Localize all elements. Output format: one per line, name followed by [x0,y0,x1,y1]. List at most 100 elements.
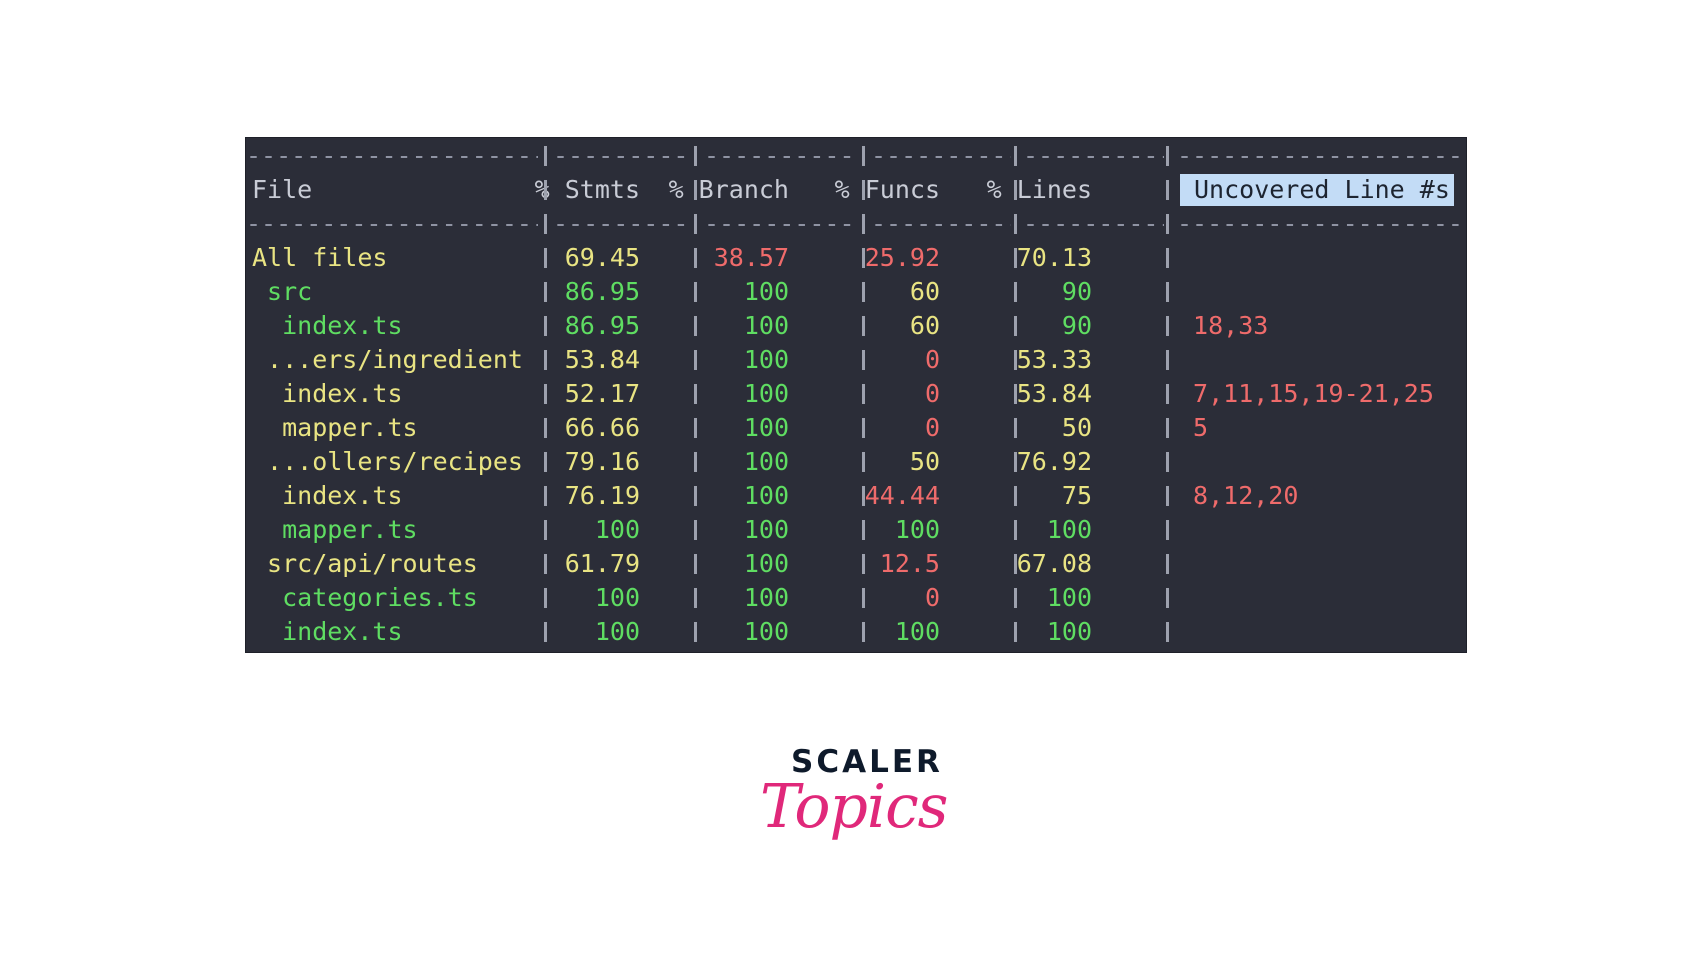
file-name: index.ts [252,617,403,646]
column-divider [862,350,865,370]
file-name: All files [252,243,388,272]
stmts-value: 61.79 [564,549,640,578]
column-divider [544,486,547,506]
branch-value: 100 [743,277,789,306]
lines-value: 100 [1046,515,1092,544]
column-divider [544,282,547,302]
column-divider [694,282,697,302]
funcs-value: 60 [909,277,940,306]
separator-dashes: ------------ [704,141,856,170]
column-divider [862,622,865,642]
column-divider [1014,452,1017,472]
branch-value: 38.57 [713,243,789,272]
separator-dashes: --------------------- [246,141,538,170]
branch-value: 100 [743,447,789,476]
lines-value: 75 [1061,481,1092,510]
column-divider [544,180,547,200]
column-divider [694,248,697,268]
column-divider [1014,520,1017,540]
file-name: ...ers/ingredient [252,345,523,374]
separator-row: --------------------- --------- ----------… [246,207,1466,241]
stmts-value: 86.95 [564,277,640,306]
file-name: src/api/routes [252,549,478,578]
funcs-value: 44.44 [864,481,940,510]
stmts-value: 53.84 [564,345,640,374]
column-divider [544,384,547,404]
header-row: File % Stmts % Branch % Funcs % Lines Uncover… [246,173,1466,207]
table-row: ...ollers/recipes 79.16 100 50 76.92 [246,445,1466,479]
column-divider [1014,554,1017,574]
column-divider [1166,282,1169,302]
table-row: index.ts 86.95 100 60 90 18,33 [246,309,1466,343]
column-divider [694,520,697,540]
column-divider [694,418,697,438]
uncovered-lines: 5 [1178,413,1209,442]
funcs-value: 0 [924,583,940,612]
column-divider [694,350,697,370]
column-divider [862,180,865,200]
column-divider [862,214,865,234]
uncovered-lines: 7,11,15,19-21,25 [1178,379,1434,408]
funcs-value: 60 [909,311,940,340]
lines-value: 100 [1046,583,1092,612]
uncovered-lines: 18,33 [1178,311,1269,340]
column-divider [1014,316,1017,336]
stmts-value: 100 [594,617,640,646]
column-divider [544,554,547,574]
column-divider [1166,520,1169,540]
logo-topics-text: Topics [760,772,948,842]
column-divider [1014,622,1017,642]
branch-value: 100 [743,311,789,340]
lines-value: 90 [1061,311,1092,340]
column-divider [862,418,865,438]
branch-value: 100 [743,617,789,646]
stmts-value: 86.95 [564,311,640,340]
column-divider [694,146,697,166]
funcs-value: 0 [924,379,940,408]
column-divider [1166,418,1169,438]
branch-value: 100 [743,549,789,578]
column-divider [694,554,697,574]
scaler-topics-logo: SCALER Topics [760,744,950,874]
table-row: src/api/routes 61.79 100 12.5 67.08 [246,547,1466,581]
lines-value: 67.08 [1016,549,1092,578]
header-uncovered: Uncovered Line #s [1194,175,1450,204]
column-divider [862,282,865,302]
column-divider [862,384,865,404]
header-branch: % Branch [668,175,789,204]
column-divider [1166,316,1169,336]
stmts-value: 66.66 [564,413,640,442]
table-row: All files 69.45 38.57 25.92 70.13 [246,241,1466,275]
column-divider [1014,350,1017,370]
table-row: mapper.ts 66.66 100 0 50 5 [246,411,1466,445]
column-divider [544,622,547,642]
separator-dashes: --------------------- [1177,141,1467,170]
column-divider [862,554,865,574]
separator-dashes: ------------ [704,209,856,238]
separator-dashes: --------------------- [1177,209,1467,238]
funcs-value: 25.92 [864,243,940,272]
funcs-value: 12.5 [879,549,940,578]
column-divider [862,452,865,472]
stmts-value: 76.19 [564,481,640,510]
column-divider [694,588,697,608]
column-divider [544,418,547,438]
file-name: index.ts [252,311,403,340]
funcs-value: 50 [909,447,940,476]
column-divider [694,622,697,642]
column-divider [1014,180,1017,200]
lines-value: 70.13 [1016,243,1092,272]
file-name: ...ollers/recipes [252,447,523,476]
header-uncovered-highlight: Uncovered Line #s [1180,174,1454,206]
table-row: ...ers/ingredient 53.84 100 0 53.33 [246,343,1466,377]
table-row: index.ts 52.17 100 0 53.84 7,11,15,19-21,25 [246,377,1466,411]
stmts-value: 52.17 [564,379,640,408]
table-row: mapper.ts 100 100 100 100 [246,513,1466,547]
table-row: index.ts 76.19 100 44.44 75 8,12,20 [246,479,1466,513]
column-divider [544,316,547,336]
file-name: mapper.ts [252,515,418,544]
column-divider [862,486,865,506]
separator-dashes: ----------- [553,209,691,238]
column-divider [1014,486,1017,506]
file-name: mapper.ts [252,413,418,442]
